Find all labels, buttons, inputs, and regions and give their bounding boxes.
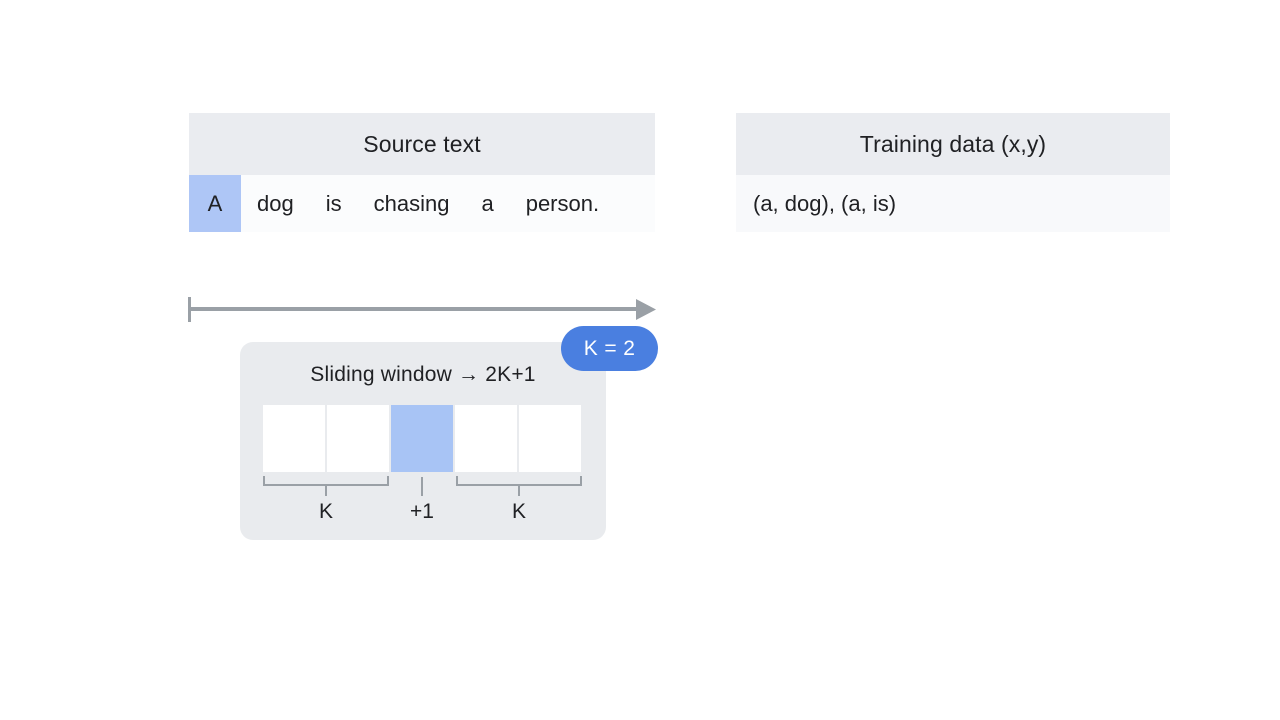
token-row: A dog is chasing a person. (189, 175, 655, 232)
training-data-body: (a, dog), (a, is) (736, 175, 1170, 232)
bracket-left (263, 476, 389, 496)
token-word[interactable]: a (465, 192, 509, 215)
token-word[interactable]: person. (510, 192, 615, 215)
training-data-header: Training data (x,y) (736, 113, 1170, 175)
sliding-window-title: Sliding window → 2K+1 (310, 363, 536, 386)
window-cell-empty[interactable] (455, 405, 517, 472)
window-cell-empty[interactable] (519, 405, 581, 472)
window-cell-center[interactable] (391, 405, 453, 472)
source-text-body: A dog is chasing a person. (189, 175, 655, 232)
bracket-label-right: K (511, 500, 526, 523)
bracket-right (456, 476, 582, 496)
diagram-canvas: { "source_panel": { "title": "Source tex… (0, 0, 1280, 720)
window-bracket-labels: K +1 K (263, 500, 583, 524)
source-text-header: Source text (189, 113, 655, 175)
bracket-label-middle: +1 (410, 500, 434, 523)
training-data-pairs: (a, dog), (a, is) (753, 190, 897, 216)
training-data-panel: Training data (x,y) (a, dog), (a, is) (736, 113, 1170, 232)
axis-arrowhead-icon (636, 299, 656, 320)
sliding-window-card: Sliding window → 2K+1 K +1 K (240, 342, 606, 540)
token-highlighted[interactable]: A (189, 175, 241, 232)
training-data-title: Training data (x,y) (859, 130, 1047, 157)
window-brackets (263, 476, 582, 496)
window-cell-empty[interactable] (327, 405, 389, 472)
token-word[interactable]: chasing (358, 192, 466, 215)
window-cells-row (263, 405, 581, 472)
sequence-axis-arrow (188, 297, 656, 322)
token-word[interactable]: dog (241, 192, 310, 215)
token-word[interactable]: is (310, 192, 358, 215)
axis-shaft (188, 307, 640, 311)
k-value-badge[interactable]: K = 2 (561, 326, 658, 371)
bracket-label-left: K (318, 500, 333, 523)
source-text-panel: Source text A dog is chasing a person. (189, 113, 655, 232)
source-text-title: Source text (363, 130, 481, 157)
window-cell-empty[interactable] (263, 405, 325, 472)
